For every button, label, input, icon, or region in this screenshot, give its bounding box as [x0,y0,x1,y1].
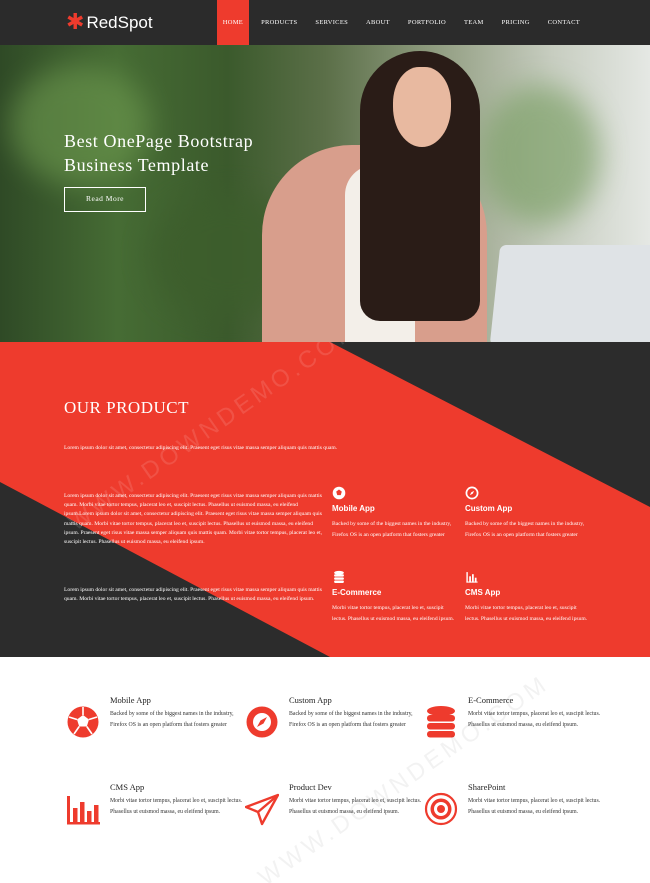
service-cms-app: CMS App Morbi vitae tortor tempus, place… [66,782,246,842]
hero-title: Best OnePage Bootstrap Business Template [64,129,253,177]
service-mobile-app: Mobile App Backed by some of the biggest… [66,695,246,755]
nav-item-services[interactable]: SERVICES [309,0,354,45]
nav-item-portfolio[interactable]: PORTFOLIO [402,0,452,45]
service-product-dev: Product Dev Morbi vitae tortor tempus, p… [245,782,425,842]
nav-item-contact[interactable]: CONTACT [542,0,586,45]
brand-name: RedSpot [86,13,153,32]
product-intro: Lorem ipsum dolor sit amet, consectetur … [64,445,338,451]
product-heading: OUR PRODUCT [64,398,189,417]
database-icon [334,570,344,583]
product-paragraph-2: Lorem ipsum dolor sit amet, consectetur … [64,587,322,603]
nav-item-products[interactable]: PRODUCTS [255,0,303,45]
service-custom-app: Custom App Backed by some of the biggest… [245,695,425,755]
feature-mobile-app: Mobile App Backed by some of the biggest… [332,486,457,540]
hero-title-line2: Business Template [64,155,210,175]
feature-title: Mobile App [332,504,375,513]
feature-cms-app: CMS App Morbi vitae tortor tempus, place… [465,570,590,624]
product-section: WWW.DOWNDEMO.COM OUR PRODUCT Lorem ipsum… [0,342,650,657]
service-desc: Backed by some of the biggest names in t… [110,711,234,728]
feature-title: E-Commerce [332,588,382,597]
asterisk-logo-icon: ✱ [66,10,85,35]
feature-custom-app: Custom App Backed by some of the biggest… [465,486,590,540]
foliage-blur [480,85,600,225]
feature-title: Custom App [465,504,513,513]
services-section: Mobile App Backed by some of the biggest… [0,657,650,883]
product-paragraph-1: Lorem ipsum dolor sit amet, consectetur … [64,493,323,546]
nav-menu: HOME PRODUCTS SERVICES ABOUT PORTFOLIO T… [211,0,586,45]
hero-title-line1: Best OnePage Bootstrap [64,131,254,151]
service-title: Custom App [289,695,332,705]
feature-desc: Morbi vitae tortor tempus, placerat leo … [465,605,588,622]
feature-e-commerce: E-Commerce Morbi vitae tortor tempus, pl… [332,570,457,624]
brand-logo[interactable]: ✱ RedSpot [66,12,153,34]
paper-plane-icon [245,793,279,826]
soccer-ball-icon [332,486,346,500]
service-desc: Morbi vitae tortor tempus, placerat leo … [289,798,422,815]
bar-chart-icon [67,796,100,825]
hero-banner: Best OnePage Bootstrap Business Template… [0,45,650,342]
service-title: Mobile App [110,695,151,705]
database-icon [427,706,455,738]
feature-desc: Morbi vitae tortor tempus, placerat leo … [332,605,455,622]
navbar: ✱ RedSpot HOME PRODUCTS SERVICES ABOUT P… [0,0,650,45]
hero-photo-laptop [489,245,650,342]
service-desc: Morbi vitae tortor tempus, placerat leo … [468,711,601,728]
soccer-ball-icon [67,706,99,738]
compass-icon [465,486,479,500]
service-desc: Morbi vitae tortor tempus, placerat leo … [110,798,243,815]
nav-item-home[interactable]: HOME [216,0,250,45]
nav-item-team[interactable]: TEAM [458,0,490,45]
service-desc: Backed by some of the biggest names in t… [289,711,413,728]
feature-title: CMS App [465,588,501,597]
bar-chart-icon [466,572,478,583]
service-sharepoint: SharePoint Morbi vitae tortor tempus, pl… [424,782,604,842]
service-title: CMS App [110,782,145,792]
compass-icon [246,706,278,738]
feature-desc: Backed by some of the biggest names in t… [332,521,452,538]
target-icon [424,792,458,826]
service-title: E-Commerce [468,695,514,705]
read-more-button[interactable]: Read More [64,187,146,212]
service-title: SharePoint [468,782,506,792]
nav-item-about[interactable]: ABOUT [360,0,396,45]
feature-desc: Backed by some of the biggest names in t… [465,521,585,538]
hero-photo-face [393,67,451,147]
service-e-commerce: E-Commerce Morbi vitae tortor tempus, pl… [424,695,604,755]
service-desc: Morbi vitae tortor tempus, placerat leo … [468,798,601,815]
nav-item-pricing[interactable]: PRICING [496,0,536,45]
service-title: Product Dev [289,782,332,792]
